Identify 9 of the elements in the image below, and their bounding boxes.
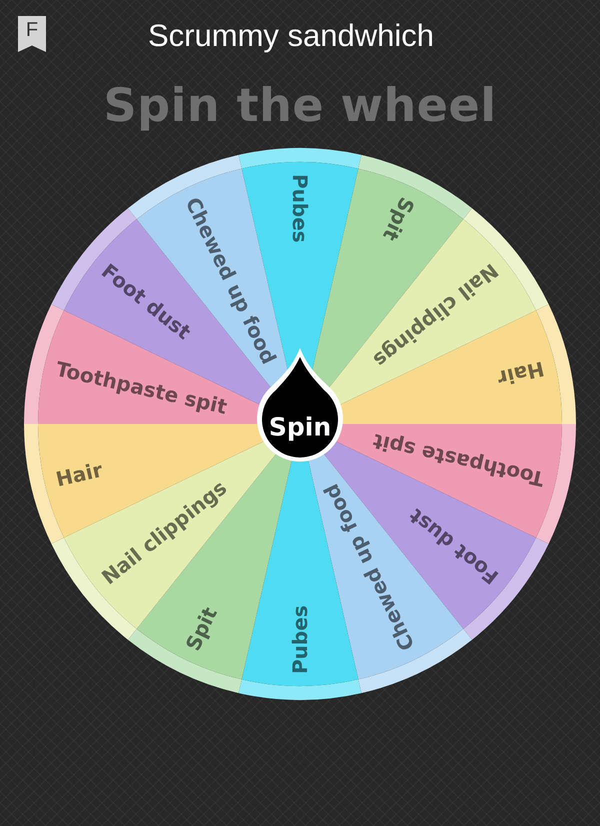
page-title: Scrummy sandwhich <box>147 18 435 54</box>
wheel-label: Pubes <box>288 605 312 674</box>
wheel-label: Spit <box>378 194 420 245</box>
wheel-label: Hair <box>495 356 546 391</box>
wheel-label: Pubes <box>288 174 312 243</box>
wheel-label: Spit <box>180 603 222 654</box>
wheel-label: Hair <box>54 457 105 492</box>
bookmark-icon[interactable]: F <box>18 16 46 52</box>
heading: Spin the wheel <box>104 78 496 132</box>
